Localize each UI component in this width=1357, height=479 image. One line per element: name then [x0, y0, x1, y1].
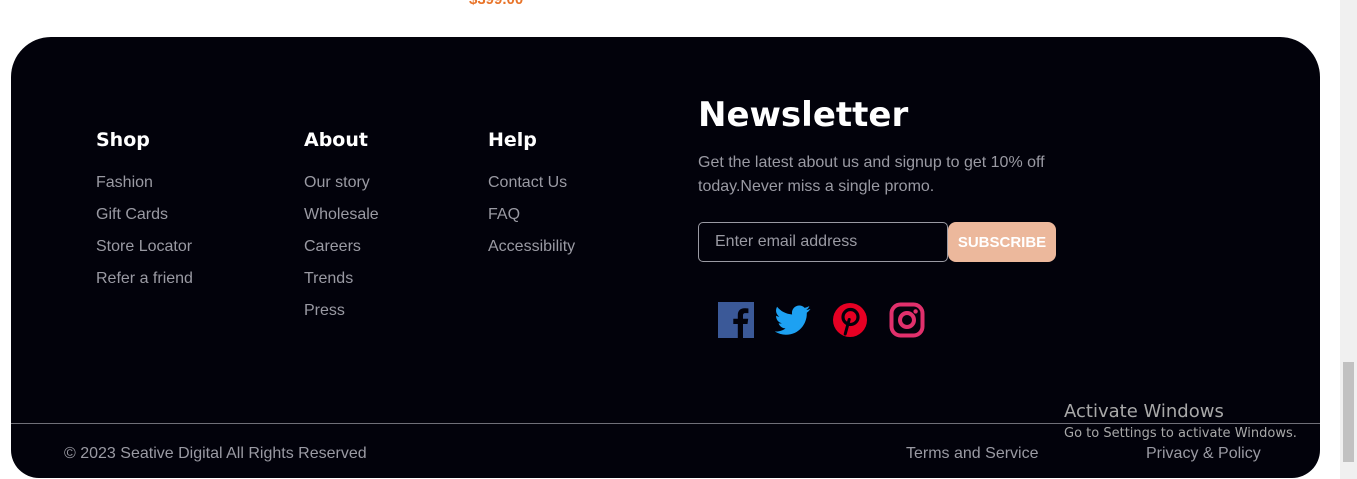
watermark-subtitle: Go to Settings to activate Windows.: [1064, 426, 1297, 441]
copyright-text: © 2023 Seative Digital All Rights Reserv…: [64, 445, 367, 462]
terms-link[interactable]: Terms and Service: [906, 445, 1039, 463]
footer-link-our-story[interactable]: Our story: [304, 167, 379, 199]
activate-windows-watermark: Activate Windows Go to Settings to activ…: [1064, 400, 1297, 444]
footer-column-shop: Shop Fashion Gift Cards Store Locator Re…: [96, 127, 193, 295]
footer-link-faq[interactable]: FAQ: [488, 199, 575, 231]
footer-link-trends[interactable]: Trends: [304, 263, 379, 295]
product-price: $399.00: [469, 0, 523, 8]
footer-column-title: About: [304, 129, 368, 151]
newsletter-form: SUBSCRIBE: [698, 222, 1056, 262]
footer-link-press[interactable]: Press: [304, 295, 379, 327]
footer-link-store-locator[interactable]: Store Locator: [96, 231, 193, 263]
footer-column-about: About Our story Wholesale Careers Trends…: [304, 127, 379, 327]
email-input[interactable]: [698, 222, 948, 262]
footer-link-refer-a-friend[interactable]: Refer a friend: [96, 263, 193, 295]
footer-link-gift-cards[interactable]: Gift Cards: [96, 199, 193, 231]
footer-link-careers[interactable]: Careers: [304, 231, 379, 263]
footer-link-fashion[interactable]: Fashion: [96, 167, 193, 199]
newsletter-section: Newsletter Get the latest about us and s…: [698, 93, 1078, 199]
footer-column-title: Shop: [96, 129, 150, 151]
privacy-link[interactable]: Privacy & Policy: [1146, 445, 1261, 463]
twitter-icon[interactable]: [774, 302, 811, 338]
subscribe-button[interactable]: SUBSCRIBE: [948, 222, 1056, 262]
instagram-icon[interactable]: [889, 302, 925, 338]
footer-link-contact-us[interactable]: Contact Us: [488, 167, 575, 199]
scrollbar-thumb[interactable]: [1343, 362, 1354, 462]
footer-link-accessibility[interactable]: Accessibility: [488, 231, 575, 263]
facebook-icon[interactable]: [718, 302, 754, 338]
social-links: [718, 302, 925, 338]
newsletter-description: Get the latest about us and signup to ge…: [698, 154, 1045, 195]
footer-link-wholesale[interactable]: Wholesale: [304, 199, 379, 231]
footer-column-help: Help Contact Us FAQ Accessibility: [488, 127, 575, 263]
newsletter-title: Newsletter: [698, 95, 909, 135]
page-scrollbar[interactable]: [1340, 0, 1357, 479]
watermark-title: Activate Windows: [1064, 401, 1224, 422]
footer-column-title: Help: [488, 129, 537, 151]
pinterest-icon[interactable]: [832, 302, 868, 338]
